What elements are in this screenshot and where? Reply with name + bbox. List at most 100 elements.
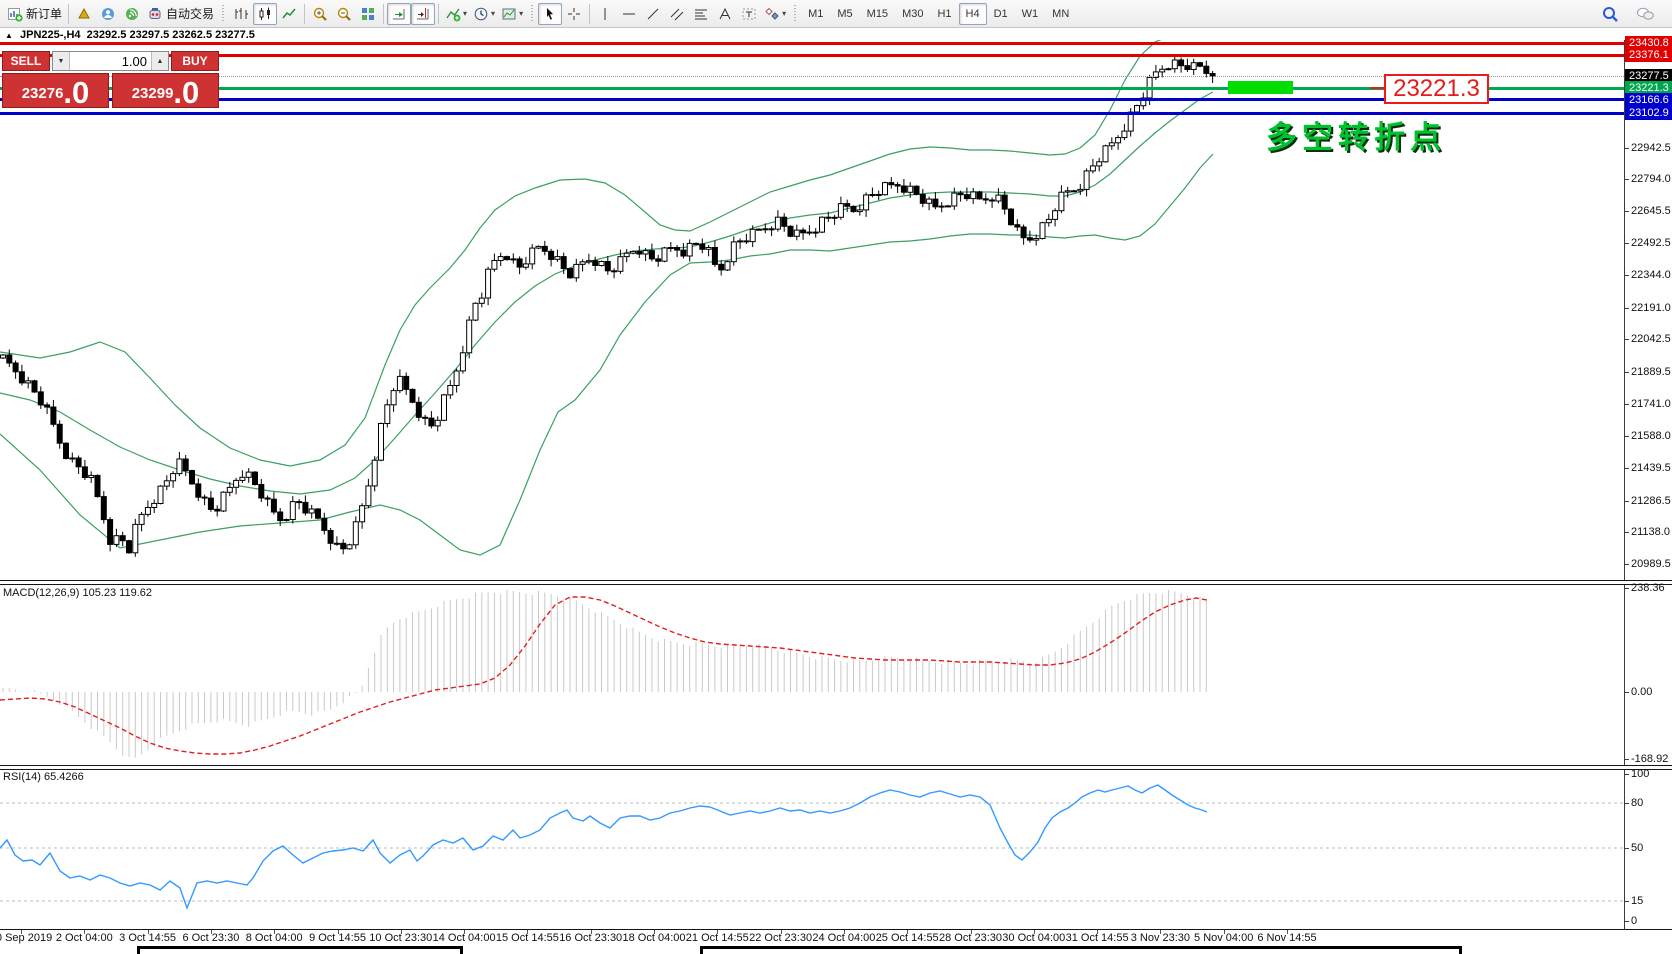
price-callout-box[interactable]: 23221.3 — [1384, 74, 1489, 104]
timeframe-D1[interactable]: D1 — [987, 3, 1015, 25]
bar-chart-button[interactable] — [229, 3, 253, 25]
price-callout-text: 23221.3 — [1393, 75, 1480, 103]
candlestick-chart-button[interactable] — [253, 3, 277, 25]
community-icon — [100, 6, 116, 22]
chinese-annotation[interactable]: 多空转折点 — [1266, 112, 1446, 157]
toolbar-separator — [383, 4, 384, 24]
buy-price-main: 23299 — [132, 85, 174, 102]
price-tick-mark — [1624, 339, 1629, 340]
signals-button[interactable] — [120, 3, 144, 25]
volume-value[interactable]: 1.00 — [70, 52, 151, 70]
sell-price-panel[interactable]: 23276.0 — [2, 73, 109, 108]
horizontal-line-button[interactable] — [617, 3, 641, 25]
price-level-line[interactable] — [0, 42, 1624, 45]
tile-windows-button[interactable] — [356, 3, 380, 25]
line-chart-button[interactable] — [277, 3, 301, 25]
rsi-tick-mark — [1624, 803, 1629, 804]
date-tick — [907, 930, 908, 934]
date-tick — [84, 930, 85, 934]
dropdown-caret: ▾ — [782, 9, 786, 18]
rsi-tick-label: 100 — [1631, 768, 1649, 780]
trendline-button[interactable] — [641, 3, 665, 25]
zoom-out-button[interactable] — [332, 3, 356, 25]
timeframe-H4[interactable]: H4 — [959, 3, 987, 25]
chat-icon — [1635, 5, 1655, 23]
highlight-rectangle[interactable] — [1228, 81, 1293, 94]
buy-button[interactable]: BUY — [171, 51, 219, 71]
search-button[interactable] — [1598, 3, 1622, 25]
bar-chart-icon — [233, 6, 249, 22]
trendline-icon — [645, 6, 661, 22]
pane-separator[interactable] — [0, 765, 1672, 770]
sell-price-pips: .0 — [63, 78, 89, 107]
text-button[interactable] — [713, 3, 737, 25]
timeframe-M1[interactable]: M1 — [801, 3, 830, 25]
text-label-button[interactable] — [737, 3, 761, 25]
line-chart-icon — [281, 6, 297, 22]
timeframe-H1[interactable]: H1 — [930, 3, 958, 25]
price-tick-mark — [1624, 468, 1629, 469]
templates-button[interactable]: ▾ — [498, 3, 526, 25]
indicators-icon — [445, 6, 461, 22]
autotrade-button[interactable]: 自动交易 — [144, 3, 217, 25]
rsi-pane[interactable] — [0, 769, 1624, 929]
timeframe-M5[interactable]: M5 — [830, 3, 859, 25]
market-depth-button[interactable] — [72, 3, 96, 25]
date-tick — [591, 930, 592, 934]
timeframe-M15[interactable]: M15 — [860, 3, 895, 25]
price-tick-mark — [1624, 564, 1629, 565]
autoscroll-button[interactable] — [387, 3, 411, 25]
price-tick-label: 22942.5 — [1631, 142, 1671, 154]
periods-button[interactable]: ▾ — [470, 3, 498, 25]
vertical-line-button[interactable] — [593, 3, 617, 25]
zoom-in-button[interactable] — [308, 3, 332, 25]
date-tick — [401, 930, 402, 934]
macd-tick-mark — [1624, 588, 1629, 589]
cursor-button[interactable] — [538, 3, 562, 25]
date-tick — [654, 930, 655, 934]
date-tick — [21, 930, 22, 934]
toolbar-separator — [68, 4, 69, 24]
timeframe-MN[interactable]: MN — [1045, 3, 1076, 25]
new-order-button[interactable]: 新订单 — [4, 3, 65, 25]
crosshair-button[interactable] — [562, 3, 586, 25]
signals-icon — [124, 6, 140, 22]
channel-button[interactable] — [665, 3, 689, 25]
mql5-community-button[interactable] — [96, 3, 120, 25]
buy-price-panel[interactable]: 23299.0 — [112, 73, 219, 108]
horizontal-line-icon — [621, 6, 637, 22]
rsi-tick-label: 50 — [1631, 842, 1643, 854]
shapes-button[interactable]: ▾ — [761, 3, 789, 25]
sell-button[interactable]: SELL — [2, 51, 50, 71]
fibonacci-icon — [693, 6, 709, 22]
date-tick — [527, 930, 528, 934]
price-tick-label: 21286.5 — [1631, 495, 1671, 507]
indicators-button[interactable]: ▾ — [442, 3, 470, 25]
autotrade-robot-icon — [147, 6, 163, 22]
rsi-tick-mark — [1624, 921, 1629, 922]
chart-title: ▲ JPN225-,H4 23292.5 23297.5 23262.5 232… — [5, 29, 255, 41]
collapse-panel-icon[interactable]: ▲ — [5, 31, 13, 40]
timeframe-group: M1M5M15M30H1H4D1W1MN — [801, 3, 1076, 25]
price-tick-mark — [1624, 404, 1629, 405]
chart-shift-button[interactable] — [411, 3, 435, 25]
price-tick-label: 20989.5 — [1631, 558, 1671, 570]
timeframe-M30[interactable]: M30 — [895, 3, 930, 25]
volume-up-button[interactable]: ▲ — [151, 52, 168, 70]
date-tick — [1160, 930, 1161, 934]
fibonacci-button[interactable] — [689, 3, 713, 25]
volume-down-button[interactable]: ▼ — [53, 52, 70, 70]
price-level-line[interactable] — [0, 54, 1624, 57]
cursor-icon — [542, 6, 558, 22]
pane-separator[interactable] — [0, 580, 1672, 585]
sell-price-main: 23276 — [22, 85, 64, 102]
rsi-tick-mark — [1624, 774, 1629, 775]
date-tick — [148, 930, 149, 934]
price-level-line[interactable] — [0, 98, 1624, 101]
macd-pane[interactable] — [0, 584, 1624, 765]
price-level-line[interactable] — [0, 76, 1624, 77]
price-tick-label: 21741.0 — [1631, 398, 1671, 410]
chat-button[interactable] — [1632, 3, 1658, 25]
timeframe-W1[interactable]: W1 — [1015, 3, 1046, 25]
date-tick — [844, 930, 845, 934]
